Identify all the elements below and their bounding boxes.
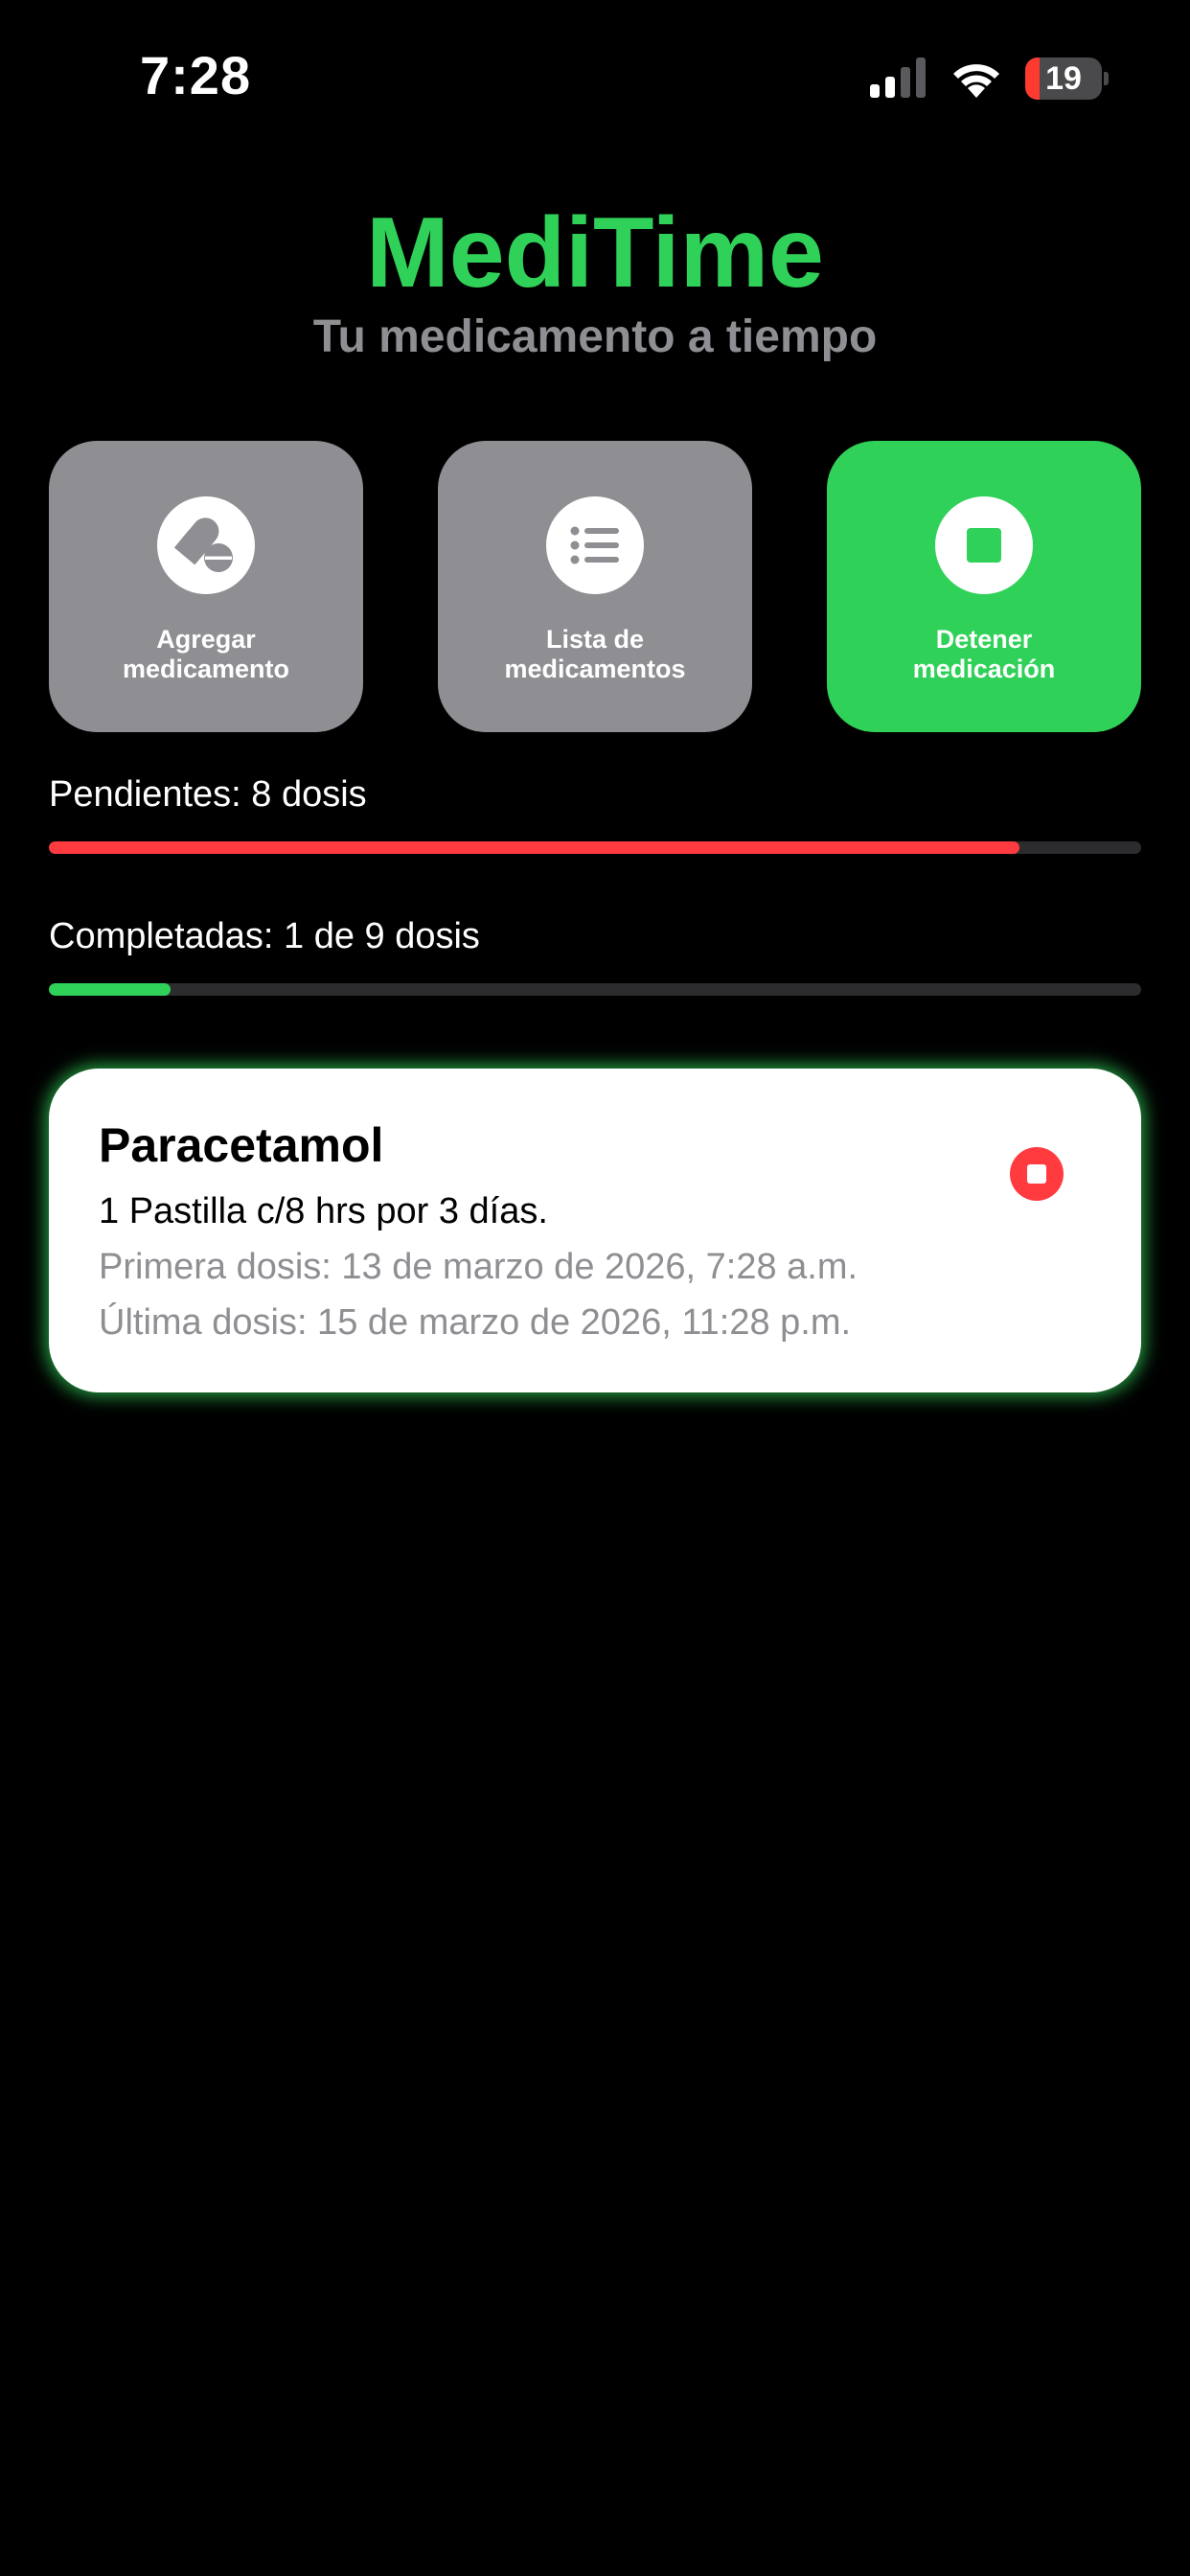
status-time: 7:28: [140, 45, 252, 105]
stop-icon: [935, 496, 1033, 594]
add-medication-label: Agregar medicamento: [122, 625, 290, 683]
last-dose: Última dosis: 15 de marzo de 2026, 11:28…: [99, 1302, 852, 1343]
medication-list-label: Lista de medicamentos: [504, 625, 686, 683]
pending-progress-fill: [49, 841, 1020, 854]
pending-label: Pendientes: 8 dosis: [49, 774, 367, 815]
medication-dosage: 1 Pastilla c/8 hrs por 3 días.: [99, 1191, 548, 1231]
completed-progress-fill: [49, 983, 171, 996]
add-medication-button[interactable]: Agregar medicamento: [49, 441, 363, 732]
pills-icon: [157, 496, 255, 594]
wifi-icon: [953, 64, 999, 98]
first-dose: Primera dosis: 13 de marzo de 2026, 7:28…: [99, 1247, 858, 1287]
medication-list-button[interactable]: Lista de medicamentos: [438, 441, 752, 732]
pending-progress-bar: [49, 841, 1141, 854]
completed-progress-bar: [49, 983, 1141, 996]
battery-icon: 19: [1025, 58, 1109, 100]
app-title: MediTime: [366, 197, 824, 309]
status-bar: 7:28 19: [0, 0, 1190, 153]
battery-level: 19: [1045, 60, 1082, 97]
stop-circle-icon[interactable]: [1010, 1147, 1064, 1201]
signal-icon: [870, 58, 926, 98]
stop-medication-button[interactable]: Detener medicación: [827, 441, 1141, 732]
stop-medication-label: Detener medicación: [912, 625, 1056, 683]
medication-name: Paracetamol: [99, 1118, 384, 1172]
list-icon: [546, 496, 644, 594]
app-subtitle: Tu medicamento a tiempo: [312, 311, 878, 362]
medication-card[interactable]: Paracetamol 1 Pastilla c/8 hrs por 3 día…: [49, 1069, 1141, 1392]
completed-label: Completadas: 1 de 9 dosis: [49, 916, 480, 956]
